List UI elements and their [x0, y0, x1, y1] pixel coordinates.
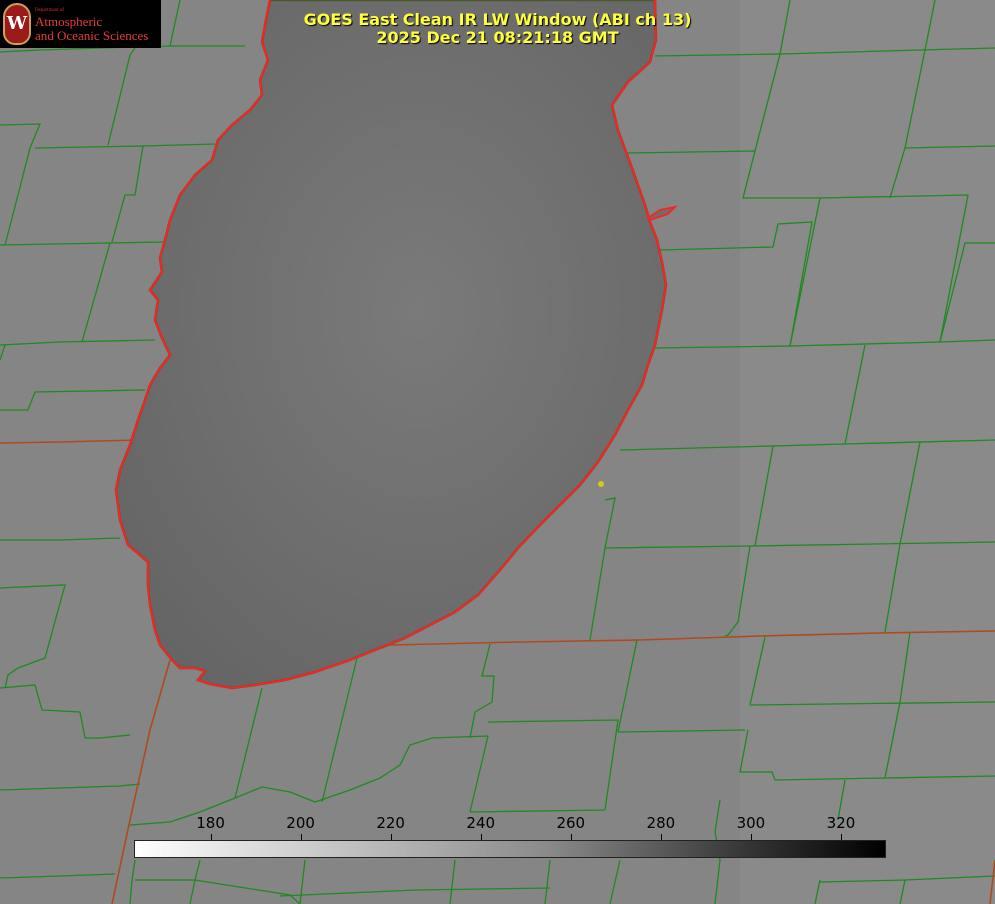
colorbar-gradient — [134, 840, 886, 858]
colorbar-tick-mark — [210, 834, 212, 840]
land-background-east — [740, 0, 995, 904]
title-line-1: GOES East Clean IR LW Window (ABI ch 13) — [303, 10, 692, 29]
map-canvas — [0, 0, 995, 904]
colorbar-tick-label: 240 — [466, 814, 496, 832]
title-line-2: 2025 Dec 21 08:21:18 GMT — [376, 28, 619, 47]
colorbar-tick-mark — [300, 834, 302, 840]
colorbar-tick-mark — [840, 834, 842, 840]
colorbar-tick-label: 200 — [286, 814, 315, 832]
colorbar-tick-mark — [570, 834, 572, 840]
colorbar-tick-label: 320 — [826, 814, 856, 832]
colorbar-tick-label: 180 — [196, 814, 225, 832]
colorbar-tick-label: 300 — [736, 814, 766, 832]
colorbar-tick-mark — [750, 834, 752, 840]
colorbar-tick-labels: 180 200 220 240 260 280 300 320 — [0, 814, 995, 834]
station-marker — [598, 481, 604, 487]
colorbar-tick-label: 260 — [556, 814, 586, 832]
colorbar-tick-mark — [480, 834, 482, 840]
image-title: GOES East Clean IR LW Window (ABI ch 13)… — [0, 11, 995, 47]
colorbar-tick-label: 280 — [646, 814, 676, 832]
colorbar-tick-mark — [660, 834, 662, 840]
colorbar-tick-mark — [390, 834, 392, 840]
colorbar-tick-label: 220 — [376, 814, 405, 832]
satellite-image: W Department of Atmospheric and Oceanic … — [0, 0, 995, 904]
